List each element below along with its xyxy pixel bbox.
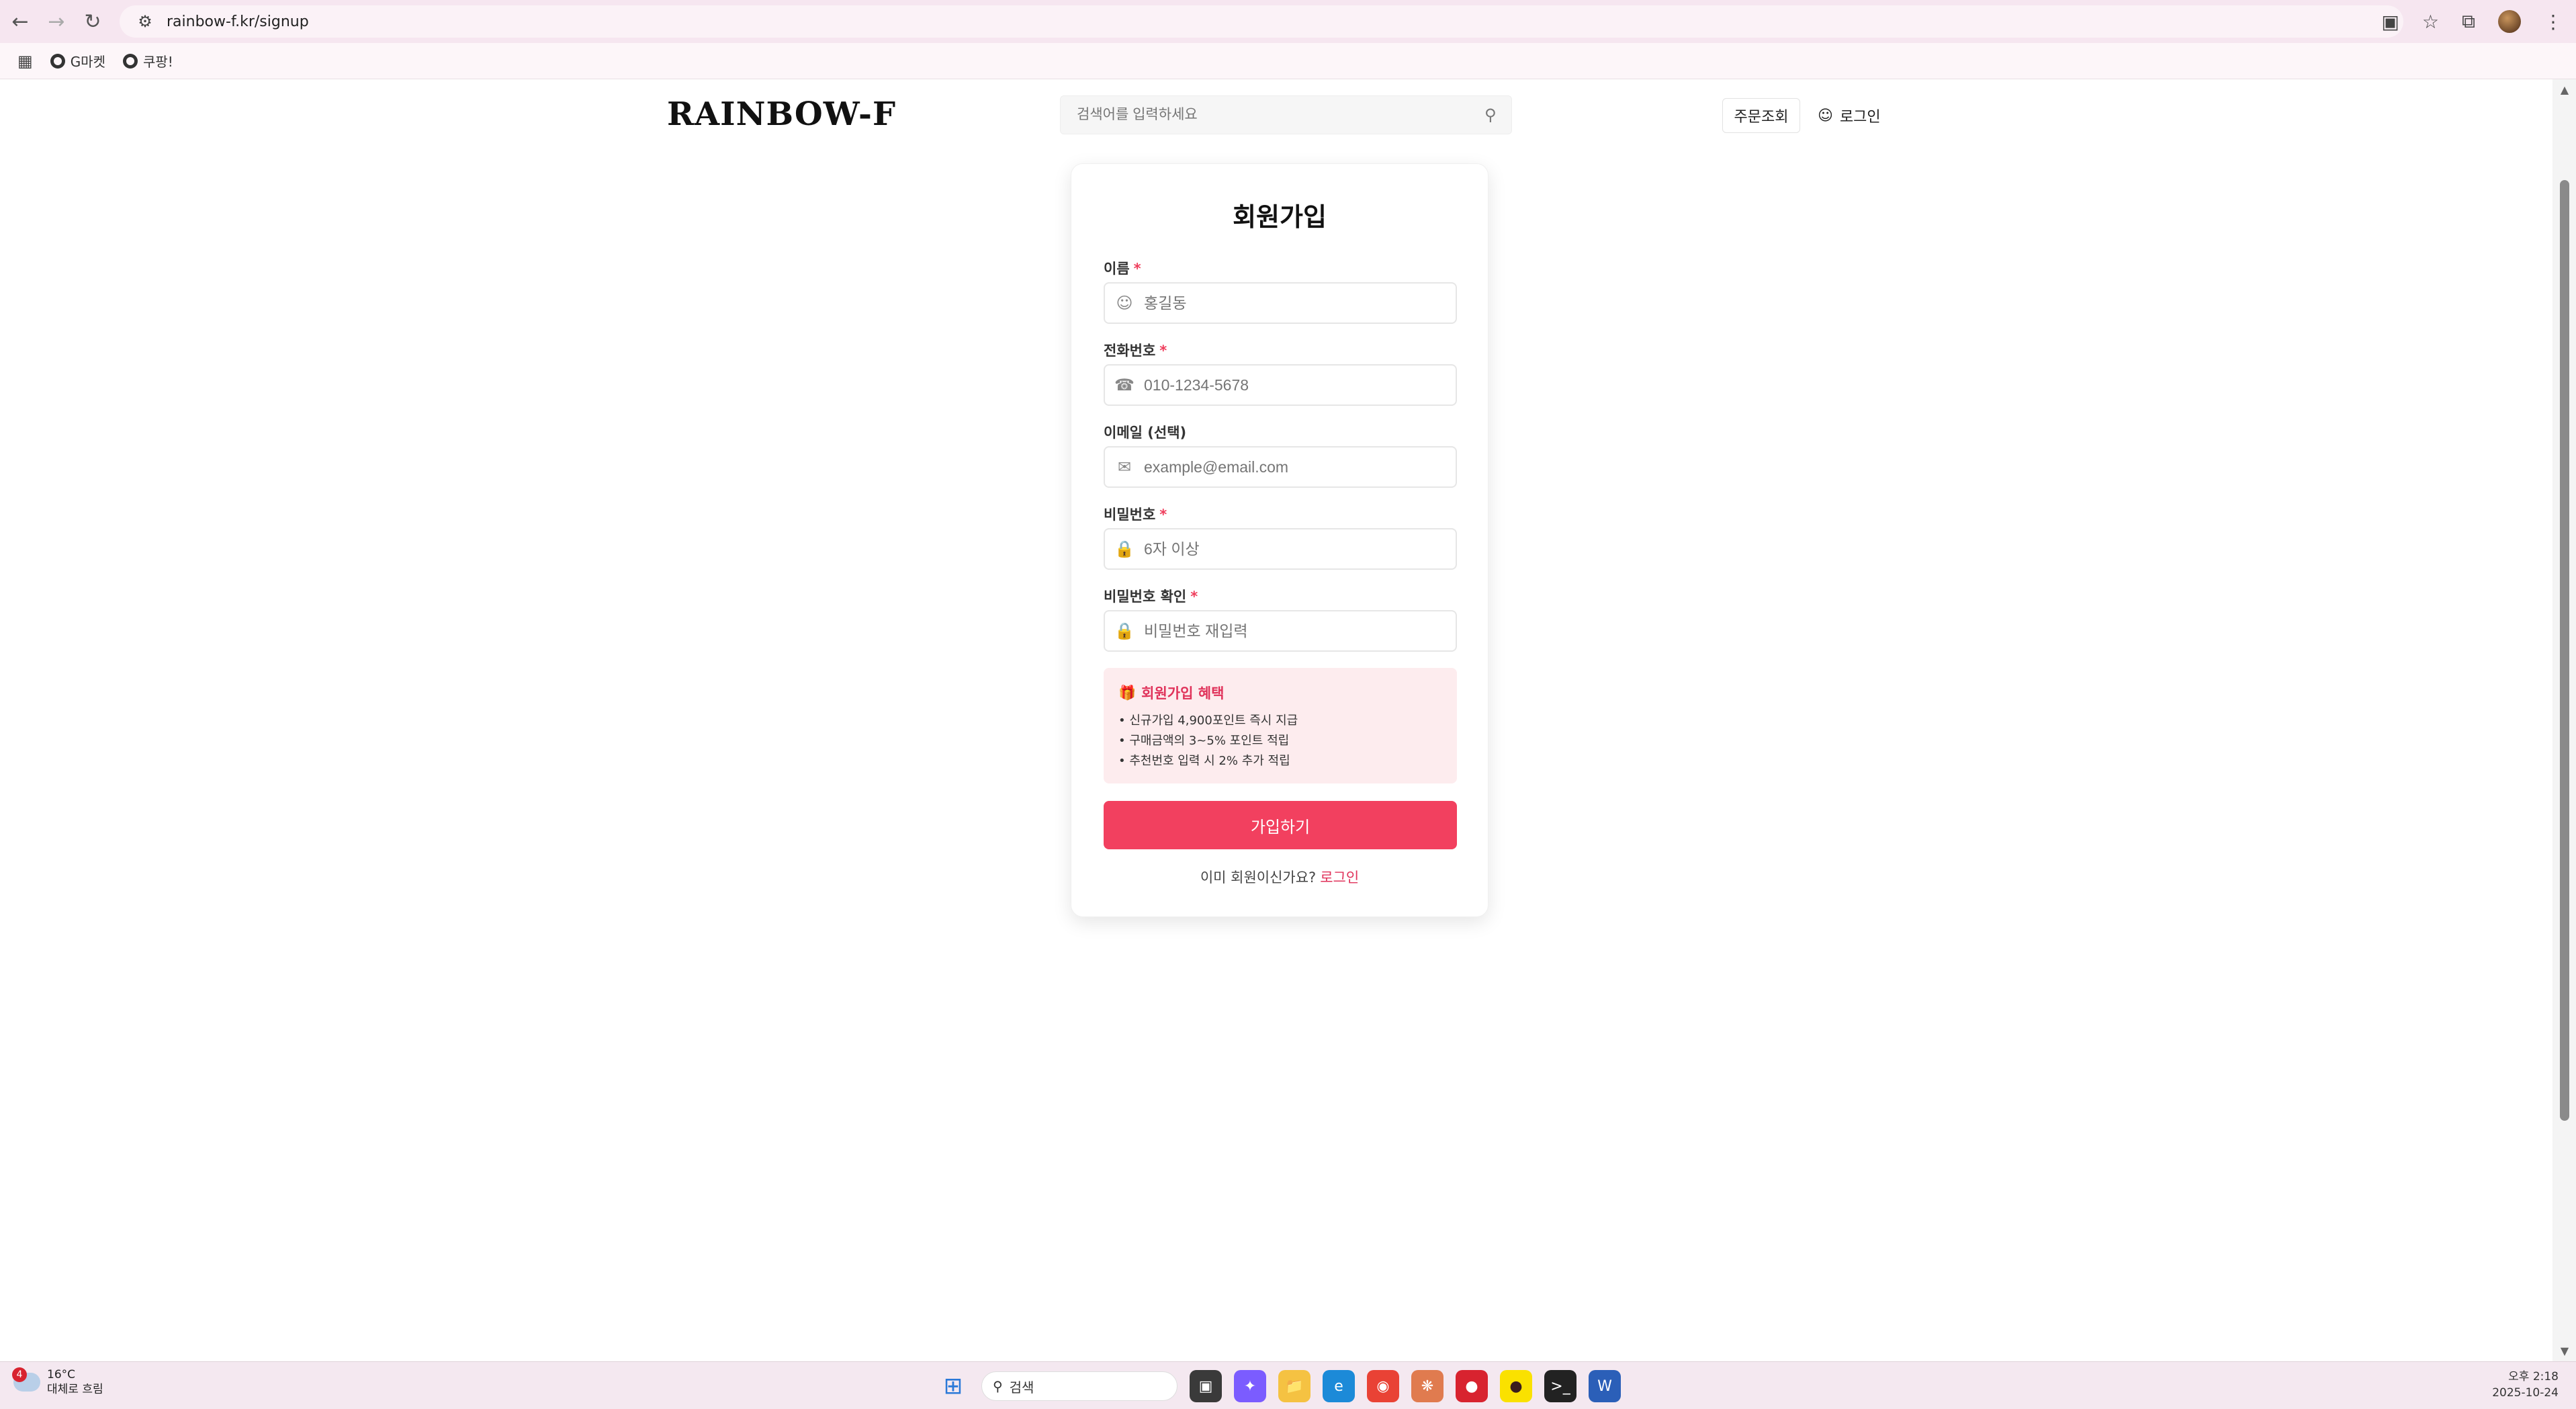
page-title: 회원가입: [1233, 202, 1327, 232]
windows-start-icon[interactable]: ⊞: [937, 1370, 969, 1402]
required-mark: *: [1190, 589, 1198, 605]
name-input[interactable]: [1144, 294, 1456, 312]
benefit-title: 🎁 회원가입 혜택: [1118, 684, 1225, 702]
bookmark-coupang[interactable]: 쿠팡!: [123, 51, 173, 71]
terminal-icon[interactable]: >_: [1544, 1370, 1576, 1402]
mail-icon: ✉: [1117, 458, 1132, 476]
password-confirm-label: 비밀번호 확인 *: [1104, 589, 1198, 605]
copilot-icon[interactable]: ✦: [1234, 1370, 1266, 1402]
lock-icon: 🔒: [1114, 540, 1135, 558]
scrollbar[interactable]: ▲ ▼: [2552, 79, 2576, 1361]
taskbar: 4 16°C 대체로 흐림 ⊞ ⚲ 검색 ▣ ✦ 📁 e ◉ ❋ ● ● >_ …: [0, 1361, 2576, 1409]
user-icon: ☺: [1818, 107, 1833, 124]
scroll-down-icon[interactable]: ▼: [2559, 1344, 2571, 1357]
back-icon[interactable]: ←: [4, 5, 36, 38]
gift-icon: 🎁: [1118, 684, 1137, 701]
task-view-icon[interactable]: ▣: [1190, 1370, 1222, 1402]
scroll-up-icon[interactable]: ▲: [2559, 83, 2571, 96]
user-icon: ☺: [1116, 294, 1133, 312]
search-icon[interactable]: ⚲: [1484, 105, 1511, 124]
chrome-icon[interactable]: ◉: [1367, 1370, 1399, 1402]
bookmark-star-icon[interactable]: ☆: [2422, 11, 2439, 33]
header-login-link[interactable]: ☺ 로그인: [1818, 98, 1881, 133]
password-input[interactable]: [1144, 540, 1456, 558]
login-label: 로그인: [1839, 109, 1881, 126]
password-confirm-field[interactable]: 🔒: [1104, 610, 1457, 652]
weather-widget[interactable]: 4 16°C 대체로 흐림: [12, 1367, 103, 1397]
cloud-icon: 4: [12, 1367, 40, 1392]
reload-icon[interactable]: ↻: [77, 5, 109, 38]
install-app-icon[interactable]: ▣: [2381, 11, 2399, 33]
bookmarks-bar: ▦ G마켓 쿠팡!: [0, 43, 2576, 79]
site-logo[interactable]: RAINBOW-F: [667, 95, 896, 133]
benefit-item: • 구매금액의 3~5% 포인트 적립: [1118, 734, 1290, 748]
bookmark-gmarket[interactable]: G마켓: [50, 51, 105, 71]
required-mark: *: [1159, 343, 1167, 359]
browser-toolbar: ← → ↻ ⚙ rainbow-f.kr/signup ▣ ☆ ⧉ ⋮: [0, 0, 2576, 43]
signup-card: 회원가입 이름* ☺ 전화번호* ☎ 이메일 (선택) ✉ 비밀번호* 🔒 비밀…: [1071, 163, 1489, 917]
search-icon: ⚲: [993, 1378, 1003, 1394]
required-mark: *: [1133, 261, 1141, 277]
menu-icon[interactable]: ⋮: [2544, 11, 2563, 33]
claude-icon[interactable]: ❋: [1411, 1370, 1444, 1402]
system-clock[interactable]: 오후 2:18 2025-10-24: [2492, 1369, 2559, 1401]
benefit-list: • 신규가입 4,900포인트 즉시 지급 • 구매금액의 3~5% 포인트 적…: [1118, 711, 1442, 771]
weather-description: 대체로 흐림: [47, 1383, 103, 1396]
already-member-text: 이미 회원이신가요?: [1200, 869, 1317, 886]
phone-icon: ☎: [1114, 376, 1135, 394]
signup-button[interactable]: 가입하기: [1104, 801, 1457, 849]
benefit-item: • 신규가입 4,900포인트 즉시 지급: [1118, 714, 1298, 728]
search-input[interactable]: [1061, 107, 1484, 123]
name-label: 이름 *: [1104, 261, 1141, 277]
edge-icon[interactable]: e: [1323, 1370, 1355, 1402]
word-icon[interactable]: W: [1589, 1370, 1621, 1402]
temperature: 16°C: [47, 1368, 76, 1381]
address-bar[interactable]: ⚙ rainbow-f.kr/signup: [120, 5, 2403, 38]
password-label: 비밀번호 *: [1104, 507, 1167, 523]
scroll-thumb[interactable]: [2560, 180, 2569, 1121]
already-member-row: 이미 회원이신가요? 로그인: [1071, 867, 1488, 887]
globe-icon: [50, 53, 65, 69]
site-settings-icon[interactable]: ⚙: [132, 8, 159, 35]
extensions-icon[interactable]: ⧉: [2462, 10, 2475, 33]
kakaotalk-icon[interactable]: ●: [1500, 1370, 1532, 1402]
order-lookup-button[interactable]: 주문조회: [1722, 98, 1800, 133]
apps-grid-icon[interactable]: ▦: [17, 52, 33, 71]
clock-time: 오후 2:18: [2508, 1370, 2559, 1383]
phone-field[interactable]: ☎: [1104, 364, 1457, 406]
globe-icon: [123, 53, 138, 69]
signup-benefit-box: 🎁 회원가입 혜택 • 신규가입 4,900포인트 즉시 지급 • 구매금액의 …: [1104, 668, 1457, 783]
recorder-icon[interactable]: ●: [1456, 1370, 1488, 1402]
forward-icon[interactable]: →: [40, 5, 73, 38]
email-label: 이메일 (선택): [1104, 425, 1187, 441]
benefit-item: • 추천번호 입력 시 2% 추가 적립: [1118, 754, 1290, 768]
site-search[interactable]: ⚲: [1060, 95, 1512, 134]
url-text[interactable]: rainbow-f.kr/signup: [167, 13, 309, 30]
email-field[interactable]: ✉: [1104, 446, 1457, 488]
password-field[interactable]: 🔒: [1104, 528, 1457, 570]
phone-input[interactable]: [1144, 376, 1456, 394]
email-input[interactable]: [1144, 458, 1456, 476]
login-link[interactable]: 로그인: [1320, 869, 1359, 886]
taskbar-search[interactable]: ⚲ 검색: [981, 1371, 1178, 1401]
phone-label: 전화번호 *: [1104, 343, 1167, 359]
name-field[interactable]: ☺: [1104, 282, 1457, 324]
clock-date: 2025-10-24: [2492, 1386, 2559, 1400]
password-confirm-input[interactable]: [1144, 622, 1456, 640]
file-explorer-icon[interactable]: 📁: [1278, 1370, 1311, 1402]
lock-icon: 🔒: [1114, 622, 1135, 640]
notification-badge: 4: [12, 1367, 27, 1382]
profile-avatar[interactable]: [2498, 10, 2521, 33]
required-mark: *: [1159, 507, 1167, 523]
